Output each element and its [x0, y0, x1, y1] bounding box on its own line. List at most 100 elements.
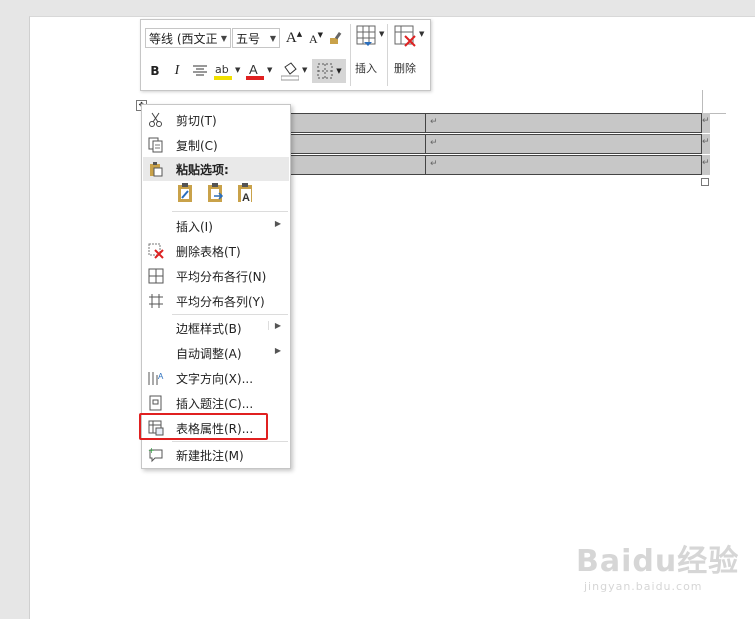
chevron-down-icon[interactable]: ▼: [235, 66, 240, 74]
menu-item-label: 复制(C): [176, 139, 218, 153]
paste-icon: [147, 160, 165, 178]
paint-bucket-icon: [281, 62, 299, 81]
copy-icon: [147, 136, 165, 154]
menu-item-distribute-columns[interactable]: 平均分布各列(Y): [143, 289, 289, 313]
highlighter-icon: ab: [214, 63, 232, 80]
format-painter-button[interactable]: [327, 28, 347, 48]
insert-table-icon: [356, 25, 376, 46]
menu-item-delete-table[interactable]: 删除表格(T): [143, 239, 289, 263]
submenu-arrow-icon: ▶: [274, 346, 281, 355]
menu-item-label: 文字方向(X)...: [176, 372, 254, 386]
delete-table-button[interactable]: [393, 24, 419, 50]
submenu-arrow-icon: ▶: [267, 321, 281, 330]
return-mark: ↵: [430, 117, 438, 127]
menu-item-autofit[interactable]: 自动调整(A) ▶: [143, 341, 289, 365]
shrink-font-label: A: [308, 31, 318, 46]
menu-item-insert[interactable]: 插入(I) ▶: [143, 214, 289, 238]
chevron-down-icon[interactable]: ▼: [419, 30, 424, 38]
return-mark: ↵: [430, 138, 438, 148]
font-color-button[interactable]: A: [245, 60, 265, 82]
crop-mark: [702, 90, 703, 114]
borders-icon: [317, 63, 333, 79]
return-mark: ↵: [702, 158, 710, 168]
bold-button[interactable]: B: [148, 62, 162, 80]
insert-caption-icon: [147, 394, 165, 412]
svg-text:A: A: [249, 62, 258, 77]
menu-divider: [172, 441, 288, 442]
menu-item-distribute-rows[interactable]: 平均分布各行(N): [143, 264, 289, 288]
font-name-value: 等线 (西文正: [149, 32, 218, 46]
return-mark: ↵: [430, 159, 438, 169]
chevron-down-icon[interactable]: ▼: [302, 66, 307, 74]
table-cell[interactable]: ↵: [426, 135, 701, 153]
merge-formatting-icon[interactable]: [205, 181, 227, 205]
menu-item-label: 边框样式(B): [176, 322, 242, 336]
borders-button[interactable]: ▼: [312, 59, 346, 83]
watermark-brand: Baidu经验: [576, 544, 740, 579]
shading-button[interactable]: [280, 60, 300, 82]
watermark-url: jingyan.baidu.com: [584, 580, 703, 593]
paste-options-row: A: [175, 181, 257, 205]
font-color-icon: A: [246, 62, 264, 80]
menu-item-label: 粘贴选项:: [176, 163, 229, 177]
font-size-value: 五号: [236, 32, 261, 46]
delete-table-icon: [147, 242, 165, 260]
highlight-color-button[interactable]: ab: [213, 60, 233, 82]
distribute-rows-icon: [147, 267, 165, 285]
menu-item-label: 剪切(T): [176, 114, 217, 128]
chevron-down-icon[interactable]: ▼: [336, 67, 341, 75]
center-align-icon: [193, 65, 207, 76]
svg-text:A: A: [158, 372, 164, 381]
scissors-icon: [147, 111, 165, 129]
menu-item-insert-caption[interactable]: 插入题注(C)...: [143, 391, 289, 415]
center-align-button[interactable]: [191, 62, 209, 80]
mini-toolbar: 等线 (西文正 ▼ 五号 ▼ A ▲ A ▼ ▼ 插入 ▼ 删除 B I ab …: [140, 19, 431, 91]
toolbar-divider: [387, 24, 388, 86]
menu-item-label: 新建批注(M): [176, 449, 244, 463]
chevron-down-icon[interactable]: ▼: [221, 29, 227, 47]
menu-item-label: 删除表格(T): [176, 245, 241, 259]
menu-item-label: 插入题注(C)...: [176, 397, 254, 411]
menu-item-label: 自动调整(A): [176, 347, 242, 361]
delete-label: 删除: [394, 62, 416, 75]
insert-table-button[interactable]: [355, 24, 381, 50]
chevron-down-icon[interactable]: ▼: [267, 66, 272, 74]
svg-text:ab: ab: [215, 63, 229, 76]
keep-source-formatting-icon[interactable]: [175, 181, 197, 205]
table-cell[interactable]: ↵: [426, 114, 701, 132]
table-resize-handle[interactable]: [701, 178, 709, 186]
grow-font-label: A: [285, 29, 297, 46]
table-cell[interactable]: ↵: [426, 156, 701, 174]
highlight-annotation: [139, 413, 268, 440]
font-size-combobox[interactable]: 五号 ▼: [232, 28, 280, 48]
menu-item-new-comment[interactable]: + 新建批注(M): [143, 443, 289, 467]
menu-header-paste-options: 粘贴选项:: [143, 157, 289, 181]
distribute-columns-icon: [147, 292, 165, 310]
italic-button[interactable]: I: [170, 62, 184, 80]
menu-item-cut[interactable]: 剪切(T): [143, 108, 289, 132]
keep-text-only-icon[interactable]: A: [235, 181, 257, 205]
format-painter-icon: [330, 31, 342, 44]
menu-item-border-styles[interactable]: 边框样式(B) ▶: [143, 316, 289, 340]
toolbar-divider: [350, 24, 351, 86]
svg-text:A: A: [242, 192, 250, 204]
chevron-down-icon[interactable]: ▼: [379, 30, 384, 38]
shrink-font-button[interactable]: A ▼: [308, 30, 324, 48]
return-mark: ↵: [702, 137, 710, 147]
menu-divider: [172, 314, 288, 315]
grow-font-button[interactable]: A ▲: [286, 29, 302, 47]
menu-item-text-direction[interactable]: A 文字方向(X)...: [143, 366, 289, 390]
menu-item-label: 平均分布各列(Y): [176, 295, 265, 309]
return-mark: ↵: [702, 116, 710, 126]
chevron-down-icon[interactable]: ▼: [270, 29, 276, 47]
menu-item-label: 插入(I): [176, 220, 213, 234]
menu-item-copy[interactable]: 复制(C): [143, 133, 289, 157]
row-end-marker: ↵: [702, 155, 710, 175]
submenu-arrow-icon: ▶: [274, 219, 281, 228]
watermark: Baidu经验 jingyan.baidu.com: [576, 536, 739, 593]
shrink-font-icon: ▼: [317, 31, 324, 39]
italic-label: I: [174, 63, 180, 78]
menu-divider: [172, 211, 288, 212]
font-name-combobox[interactable]: 等线 (西文正 ▼: [145, 28, 231, 48]
row-end-marker: ↵: [702, 134, 710, 154]
